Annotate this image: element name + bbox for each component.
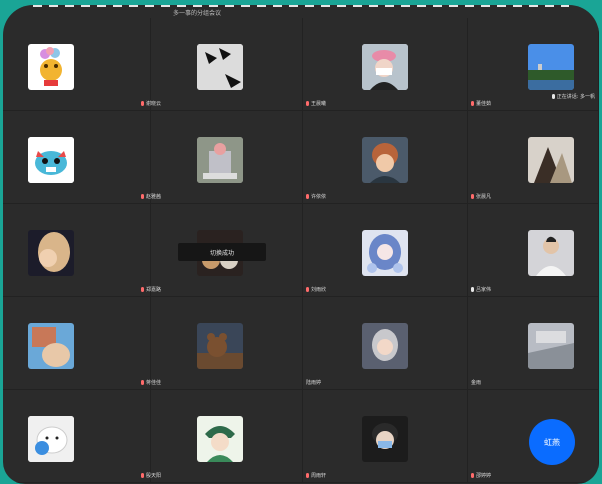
meeting-title: 多一事的分组会议	[173, 10, 222, 17]
avatar	[28, 323, 74, 369]
participant-tile[interactable]: 刘雨欣	[303, 204, 468, 297]
toast-message: 切换成功	[178, 243, 266, 261]
participant-tile[interactable]: 许依依	[303, 111, 468, 204]
participant-name: 周雨轩	[306, 472, 326, 479]
participant-name: 董佳茹	[471, 100, 491, 107]
avatar	[362, 416, 408, 462]
avatar	[362, 137, 408, 183]
participant-tile[interactable]	[3, 204, 151, 297]
participant-tile[interactable]	[3, 390, 151, 483]
avatar	[362, 230, 408, 276]
floating-action-button[interactable]: 虹燕	[529, 419, 575, 465]
microphone-icon	[471, 287, 474, 292]
microphone-icon	[306, 194, 309, 199]
microphone-icon	[141, 194, 144, 199]
participant-name: 刘雨欣	[306, 286, 326, 293]
avatar	[362, 323, 408, 369]
participant-name: 吕家伟	[471, 286, 491, 293]
participant-tile[interactable]	[3, 297, 151, 390]
microphone-icon	[306, 287, 309, 292]
participant-tile[interactable]	[3, 18, 151, 111]
participant-grid: 谢晓云 王晨曦 董佳茹 赵雅茜 许依依 张晨凡 郑嘉路 刘雨欣 吕家伟 蒋佳佳 …	[3, 18, 599, 484]
microphone-icon	[141, 101, 144, 106]
avatar	[528, 44, 574, 90]
avatar	[362, 44, 408, 90]
avatar	[528, 230, 574, 276]
microphone-icon	[306, 473, 309, 478]
avatar	[28, 44, 74, 90]
participant-name: 金雨	[471, 380, 482, 386]
microphone-icon	[471, 473, 474, 478]
microphone-icon	[306, 101, 309, 106]
participant-tile[interactable]: 吕家伟	[468, 204, 599, 297]
participant-tile[interactable]: 张晨凡	[468, 111, 599, 204]
participant-tile[interactable]: 王晨曦	[303, 18, 468, 111]
avatar	[197, 137, 243, 183]
participant-tile[interactable]: 谢晓云	[138, 18, 303, 111]
participant-tile[interactable]: 赵雅茜	[138, 111, 303, 204]
participant-name: 王晨曦	[306, 100, 326, 107]
participant-tile[interactable]: 陆雨婷	[303, 297, 468, 390]
participant-name: 谢晓云	[141, 100, 161, 107]
avatar	[528, 137, 574, 183]
participant-tile[interactable]: 周雨轩	[303, 390, 468, 483]
avatar	[528, 323, 574, 369]
participant-tile[interactable]: 金雨	[468, 297, 599, 390]
avatar	[28, 230, 74, 276]
avatar	[28, 416, 74, 462]
participant-tile[interactable]	[3, 111, 151, 204]
meeting-window: 多一事的分组会议 谢晓云 王晨曦 董佳茹 赵雅茜 许依依 张晨凡 郑嘉路 刘雨欣…	[3, 5, 599, 484]
avatar	[28, 137, 74, 183]
avatar	[197, 416, 243, 462]
microphone-icon	[471, 101, 474, 106]
participant-name: 蒋佳佳	[141, 379, 161, 386]
participant-name: 张晨凡	[471, 193, 491, 200]
microphone-icon	[141, 380, 144, 385]
participant-tile[interactable]: 蒋佳佳	[138, 297, 303, 390]
microphone-icon	[141, 287, 144, 292]
microphone-icon	[551, 94, 555, 99]
participant-name: 许依依	[306, 193, 326, 200]
microphone-icon	[141, 473, 144, 478]
top-dashed-border	[33, 5, 569, 7]
participant-name: 殷天阳	[141, 472, 161, 479]
avatar	[197, 323, 243, 369]
participant-tile[interactable]: 殷天阳	[138, 390, 303, 483]
participant-name: 陆雨婷	[306, 380, 322, 386]
microphone-icon	[471, 194, 474, 199]
participant-name: 邵婷婷	[471, 472, 491, 479]
participant-name: 赵雅茜	[141, 193, 161, 200]
avatar	[197, 44, 243, 90]
participant-name: 郑嘉路	[141, 286, 161, 293]
speaking-indicator: 正在讲话: 多一帆	[551, 93, 595, 100]
